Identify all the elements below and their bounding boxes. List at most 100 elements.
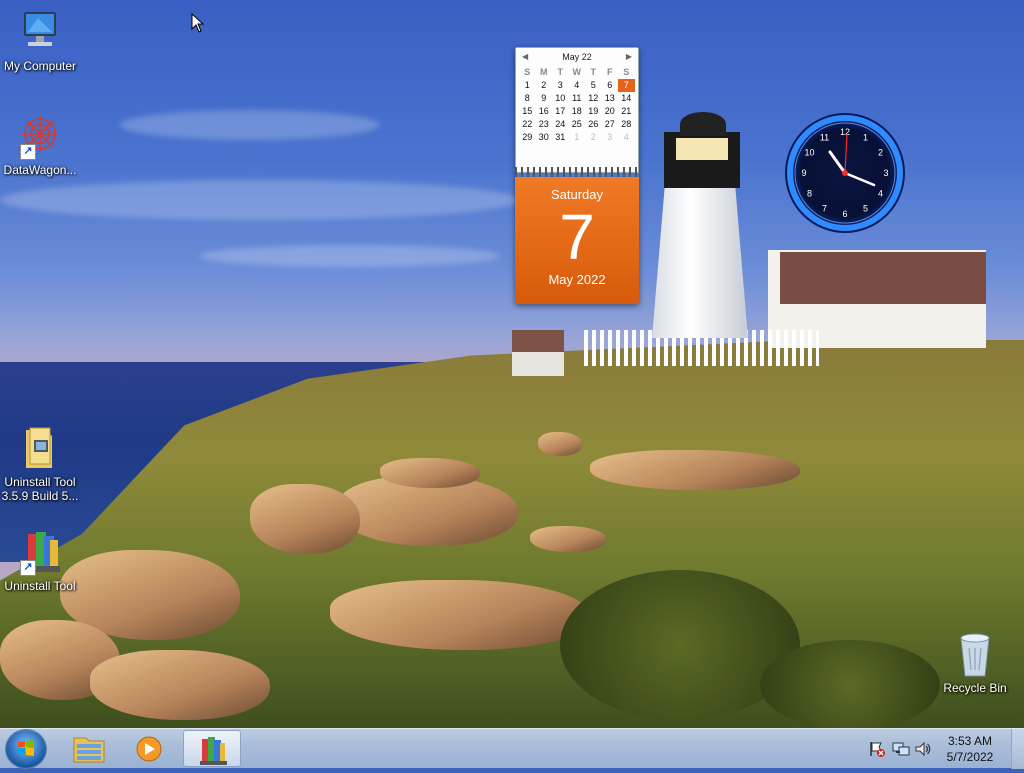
next-month-icon[interactable]: ▶ [626, 48, 632, 66]
calendar-day[interactable]: 1 [569, 131, 586, 144]
calendar-month-view: ◀ May 22 ▶ S M T W T F S 1 2 3 4 5 6 7 8 9 10 11 12 13 14 15 1… [515, 47, 639, 173]
desktop-icon-label: DataWagon... [3, 163, 77, 177]
shortcut-arrow-icon: ↗ [20, 144, 36, 160]
calendar-day[interactable]: 8 [519, 92, 536, 105]
calendar-day[interactable]: 19 [585, 105, 602, 118]
calendar-day[interactable]: 10 [552, 92, 569, 105]
clock-numeral: 3 [883, 168, 888, 178]
calendar-day-grid: S M T W T F S 1 2 3 4 5 6 7 8 9 10 11 12 13 14 15 16 17 18 19 20 21… [516, 66, 638, 144]
calendar-weekday-header: S [623, 67, 630, 77]
computer-icon [16, 8, 64, 56]
calendar-day[interactable]: 1 [519, 79, 536, 92]
calendar-day[interactable]: 2 [536, 79, 553, 92]
taskbar: 3:53 AM 5/7/2022 [0, 728, 1024, 769]
desktop-wallpaper [0, 0, 1024, 728]
lighthouse-glass [676, 138, 728, 160]
system-tray: 3:53 AM 5/7/2022 [854, 729, 1024, 769]
shortcut-arrow-icon: ↗ [20, 560, 36, 576]
calendar-day[interactable]: 18 [569, 105, 586, 118]
calendar-weekday-header: T [590, 67, 597, 77]
rock [330, 580, 590, 650]
calendar-weekday-header: W [572, 67, 582, 77]
calendar-day[interactable]: 21 [618, 105, 635, 118]
calendar-day[interactable]: 20 [602, 105, 619, 118]
clock-numeral: 5 [863, 204, 868, 214]
calendar-day[interactable]: 14 [618, 92, 635, 105]
calendar-day[interactable]: 2 [585, 131, 602, 144]
calendar-day[interactable]: 4 [569, 79, 586, 92]
calendar-day[interactable]: 30 [536, 131, 553, 144]
calendar-day[interactable]: 28 [618, 118, 635, 131]
clock-numeral: 10 [804, 148, 814, 158]
desktop-icon-label: Recycle Bin [943, 681, 1007, 695]
calendar-day[interactable]: 25 [569, 118, 586, 131]
taskbar-uninstall-tool-button[interactable] [183, 730, 241, 767]
calendar-day[interactable]: 27 [602, 118, 619, 131]
network-icon[interactable] [892, 740, 910, 758]
lighthouse-cap [680, 112, 726, 136]
cloud [200, 245, 500, 267]
rock [250, 484, 360, 554]
calendar-day[interactable]: 9 [536, 92, 553, 105]
taskbar-file-explorer-button[interactable] [60, 730, 118, 767]
calendar-day[interactable]: 5 [585, 79, 602, 92]
recycle-bin-icon [951, 630, 999, 678]
calendar-month-year: May 2022 [548, 272, 606, 287]
desktop-icon-my-computer[interactable]: My Computer [0, 8, 80, 73]
start-button[interactable] [6, 730, 46, 768]
clock-center-pin [842, 170, 848, 176]
calendar-day-of-week: Saturday [550, 187, 604, 202]
calendar-day[interactable]: 23 [536, 118, 553, 131]
calendar-day[interactable]: 3 [602, 131, 619, 144]
taskbar-time: 3:53 AM [947, 734, 993, 748]
calendar-day-today[interactable]: 7 [618, 79, 635, 92]
file-explorer-icon [73, 737, 105, 763]
calendar-day[interactable]: 29 [519, 131, 536, 144]
calendar-day[interactable]: 3 [552, 79, 569, 92]
desktop-icon-label: My Computer [3, 59, 77, 73]
clock-numeral: 12 [840, 127, 850, 137]
desktop-icon-datawagon[interactable]: ↗ DataWagon... [0, 112, 80, 177]
previous-month-icon[interactable]: ◀ [522, 48, 528, 66]
desktop-icon-recycle-bin[interactable]: Recycle Bin [935, 630, 1015, 695]
taskbar-clock[interactable]: 3:53 AM 5/7/2022 [940, 733, 1000, 765]
calendar-gadget[interactable]: ◀ May 22 ▶ S M T W T F S 1 2 3 4 5 6 7 8 9 10 11 12 13 14 15 1… [515, 47, 639, 304]
desktop-icon-label: Uninstall Tool 3.5.9 Build 5... [1, 475, 79, 503]
desktop-icon-uninstall-tool[interactable]: ↗ Uninstall Tool [0, 528, 80, 593]
datawagon-icon: ↗ [16, 112, 64, 160]
folder-icon [16, 424, 64, 472]
cloud [0, 180, 520, 220]
clock-numeral: 11 [820, 133, 829, 143]
calendar-day[interactable]: 15 [519, 105, 536, 118]
house-roof [780, 252, 986, 304]
calendar-day[interactable]: 4 [618, 131, 635, 144]
calendar-month-label: May 22 [562, 52, 592, 62]
clock-gadget[interactable]: 12 1 2 3 4 5 6 7 8 9 10 11 [784, 112, 906, 234]
rock [530, 526, 606, 552]
calendar-day[interactable]: 6 [602, 79, 619, 92]
clock-numeral: 9 [801, 168, 806, 178]
clock-numeral: 1 [863, 133, 868, 143]
calendar-day[interactable]: 31 [552, 131, 569, 144]
desktop-icon-label: Uninstall Tool [4, 579, 76, 593]
calendar-day[interactable]: 17 [552, 105, 569, 118]
desktop-icon-uninstall-tool-folder[interactable]: Uninstall Tool 3.5.9 Build 5... [0, 424, 80, 503]
calendar-day[interactable]: 16 [536, 105, 553, 118]
shed-roof [512, 330, 564, 352]
calendar-day[interactable]: 26 [585, 118, 602, 131]
calendar-weekday-header: T [557, 67, 564, 77]
calendar-day[interactable]: 22 [519, 118, 536, 131]
action-center-flag-icon[interactable] [868, 740, 886, 758]
speaker-icon[interactable] [914, 740, 932, 758]
calendar-day[interactable]: 24 [552, 118, 569, 131]
calendar-day[interactable]: 13 [602, 92, 619, 105]
show-desktop-button[interactable] [1011, 729, 1024, 769]
calendar-day[interactable]: 11 [569, 92, 586, 105]
calendar-day[interactable]: 12 [585, 92, 602, 105]
calendar-weekday-header: M [540, 67, 548, 77]
uninstall-tool-icon [200, 737, 227, 765]
calendar-header: ◀ May 22 ▶ [516, 48, 638, 66]
taskbar-media-player-button[interactable] [120, 730, 178, 767]
rock [90, 650, 270, 720]
rock [538, 432, 582, 456]
